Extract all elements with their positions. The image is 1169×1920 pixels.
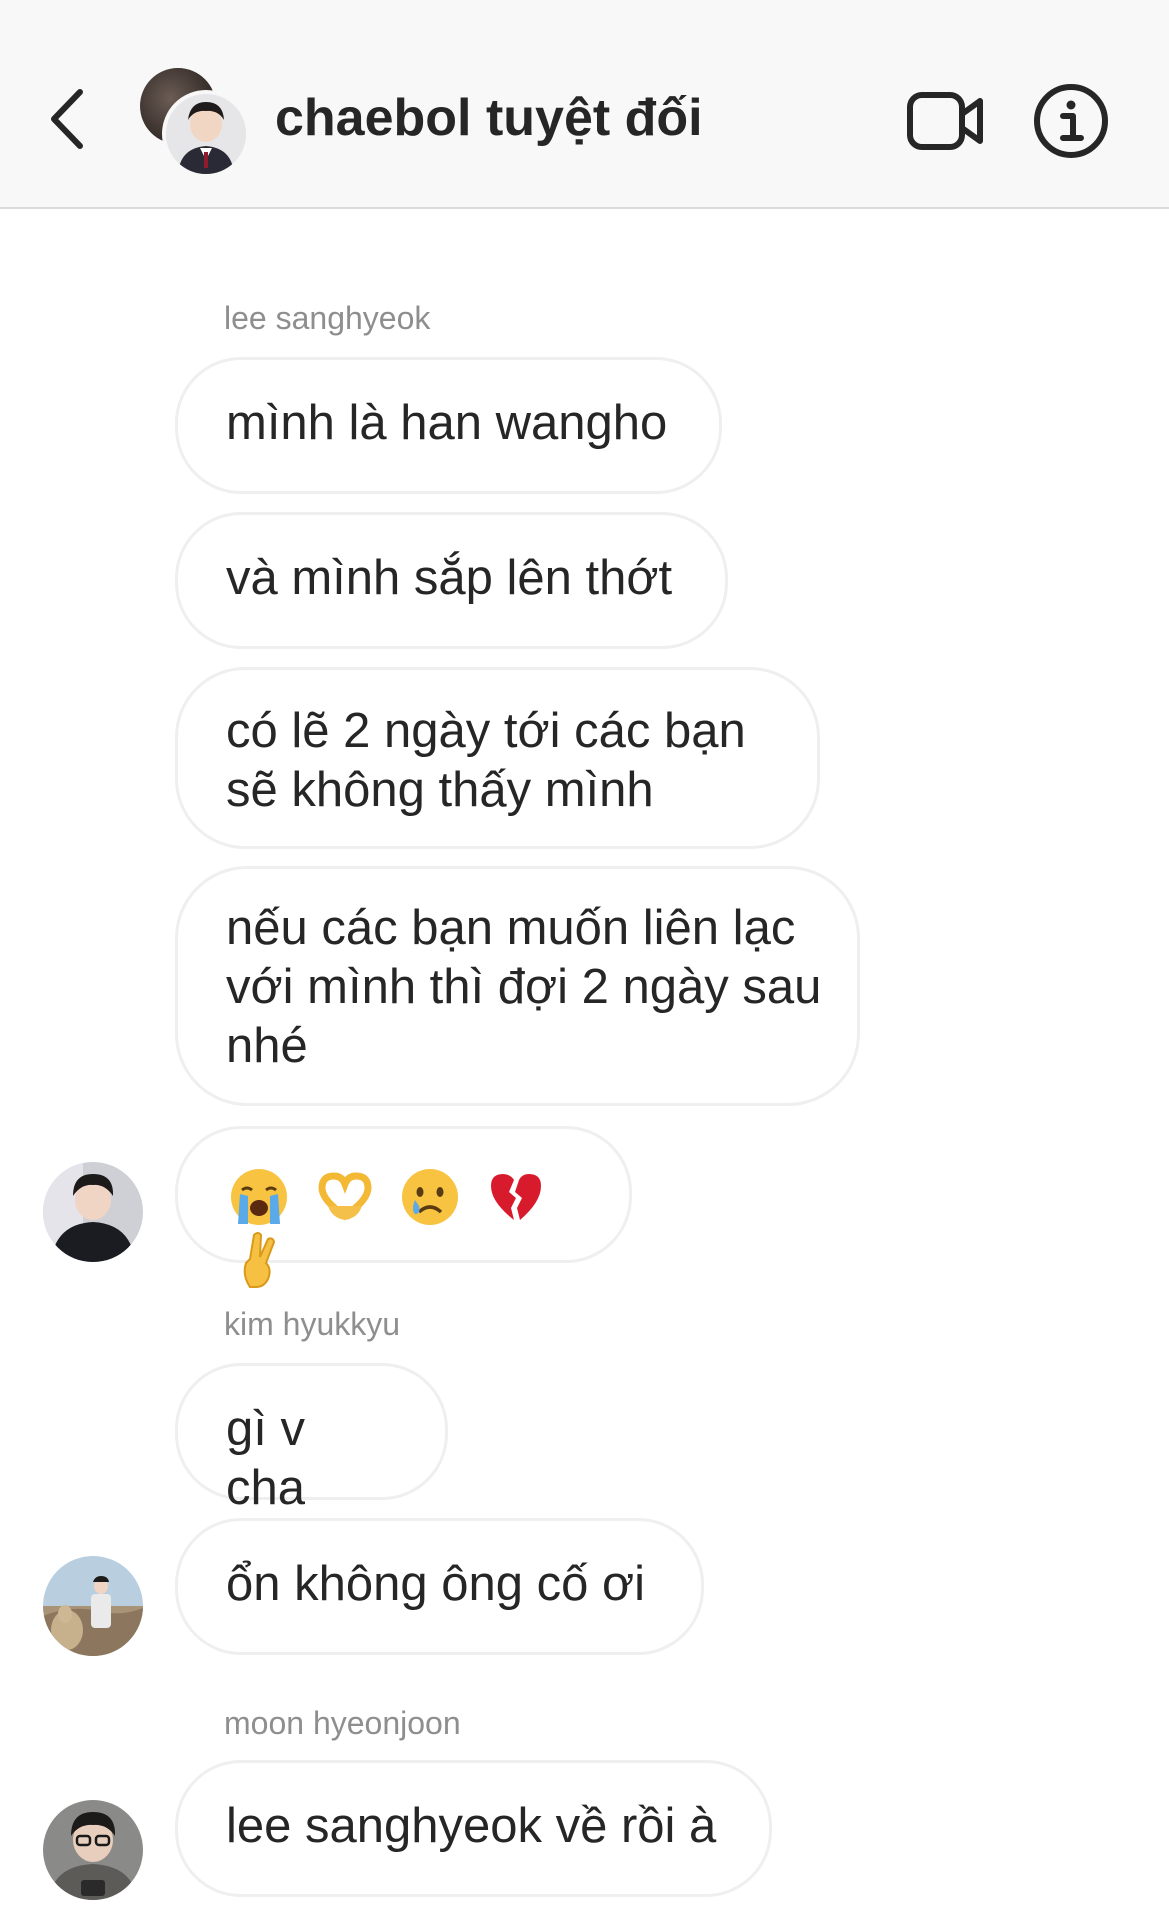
avatar[interactable] bbox=[43, 1162, 143, 1262]
avatar[interactable] bbox=[43, 1800, 143, 1900]
message-text: có lẽ 2 ngày tới các bạn sẽ không thấy m… bbox=[226, 704, 746, 817]
message-bubble[interactable]: và mình sắp lên thớt bbox=[175, 512, 728, 649]
heart-hands-icon bbox=[318, 1172, 372, 1221]
chat-screen: chaebol tuyệt đối lee sanghyeok mình là … bbox=[0, 0, 1169, 1920]
emoji-message-bubble[interactable] bbox=[175, 1126, 632, 1289]
message-bubble[interactable]: nếu các bạn muốn liên lạc với mình thì đ… bbox=[175, 866, 860, 1106]
sender-name: lee sanghyeok bbox=[224, 300, 431, 336]
info-button[interactable] bbox=[1032, 82, 1110, 160]
sender-name: kim hyukkyu bbox=[224, 1306, 401, 1342]
message-bubble[interactable]: lee sanghyeok về rồi à bbox=[175, 1760, 772, 1897]
back-button[interactable] bbox=[44, 84, 92, 154]
message-text: mình là han wangho bbox=[226, 396, 668, 450]
message-text: ổn không ông cố ơi bbox=[226, 1557, 645, 1611]
chat-header: chaebol tuyệt đối bbox=[0, 0, 1169, 209]
message-bubble[interactable]: ổn không ông cố ơi bbox=[175, 1518, 704, 1655]
info-icon bbox=[1034, 84, 1108, 158]
chat-title[interactable]: chaebol tuyệt đối bbox=[275, 88, 703, 148]
message-text: nếu các bạn muốn liên lạc với mình thì đ… bbox=[226, 901, 822, 1073]
loudly-crying-face-icon bbox=[231, 1169, 287, 1226]
message-bubble[interactable]: gì v cha bbox=[175, 1363, 448, 1515]
broken-heart-icon bbox=[490, 1174, 541, 1221]
chevron-left-icon bbox=[51, 89, 83, 149]
group-avatar-front bbox=[162, 90, 250, 178]
message-bubble[interactable]: có lẽ 2 ngày tới các bạn sẽ không thấy m… bbox=[175, 667, 820, 849]
avatar[interactable] bbox=[43, 1556, 143, 1656]
group-avatar[interactable] bbox=[140, 68, 250, 178]
message-text: lee sanghyeok về rồi à bbox=[226, 1799, 717, 1853]
message-bubble[interactable]: mình là han wangho bbox=[175, 357, 722, 494]
sender-name: moon hyeonjoon bbox=[224, 1705, 461, 1741]
video-call-button[interactable] bbox=[906, 90, 986, 152]
video-camera-icon bbox=[907, 92, 983, 150]
crossed-fingers-icon bbox=[243, 1232, 276, 1289]
crying-face-icon bbox=[402, 1169, 459, 1226]
message-text: gì v cha bbox=[226, 1402, 306, 1515]
message-text: và mình sắp lên thớt bbox=[226, 551, 673, 605]
